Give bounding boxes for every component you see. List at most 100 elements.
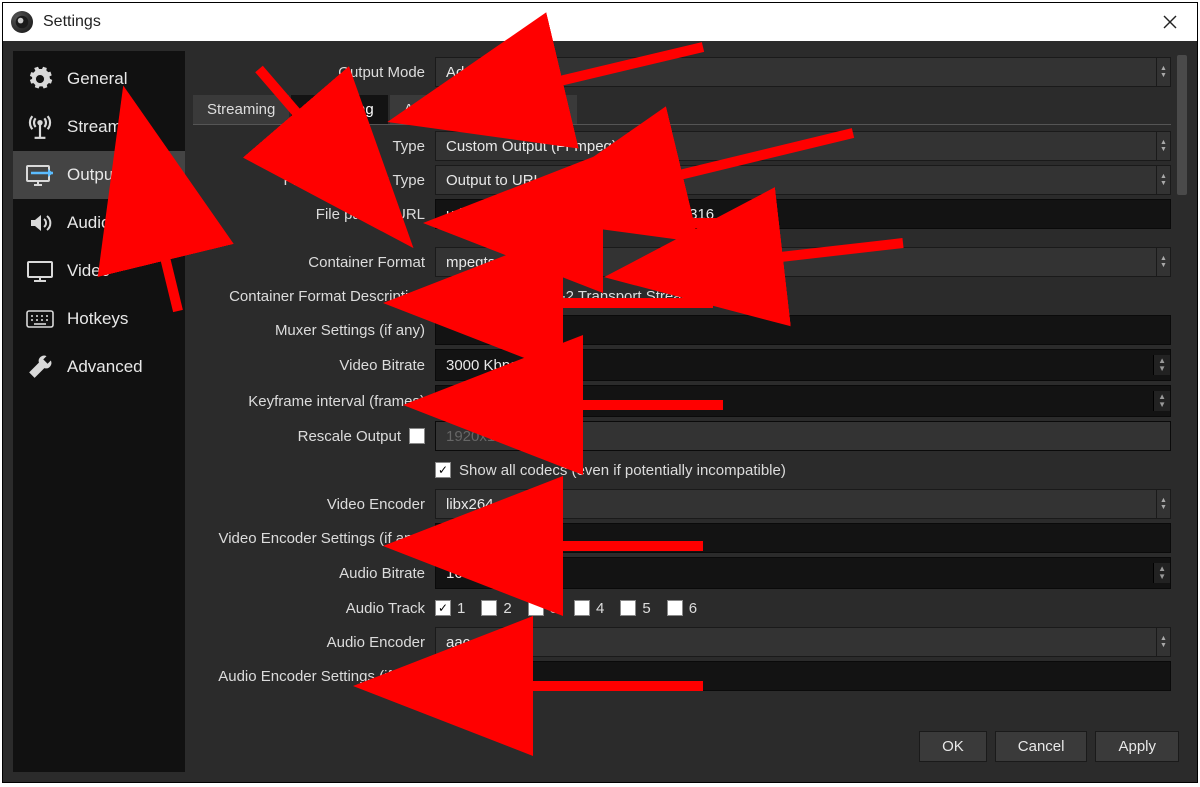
- ffmpeg-type-select[interactable]: Output to URL ▲▼: [435, 165, 1171, 195]
- sidebar-item-hotkeys[interactable]: Hotkeys: [13, 295, 185, 343]
- gear-icon: [25, 67, 55, 91]
- audio-bitrate-input[interactable]: 160 Kbps ▲▼: [435, 557, 1171, 589]
- settings-sidebar: General Stream Output Audio Video Hotkey…: [13, 51, 185, 772]
- chevron-updown-icon: ▲▼: [1156, 490, 1170, 518]
- path-label: File path or URL: [193, 206, 435, 223]
- audio-track-5-label: 5: [642, 600, 650, 617]
- video-enc-settings-label: Video Encoder Settings (if any): [193, 530, 435, 547]
- tab-replay-buffer[interactable]: Replay Buffer: [458, 95, 577, 124]
- output-mode-select[interactable]: Advanced ▲▼: [435, 57, 1171, 87]
- sidebar-item-label: Hotkeys: [67, 309, 128, 329]
- audio-track-4-label: 4: [596, 600, 604, 617]
- video-bitrate-input[interactable]: 3000 Kbps ▲▼: [435, 349, 1171, 381]
- video-bitrate-label: Video Bitrate: [193, 357, 435, 374]
- window-title: Settings: [43, 13, 1151, 31]
- antenna-icon: [25, 115, 55, 139]
- audio-track-3-label: 3: [550, 600, 558, 617]
- output-tabs: Streaming Recording Audio Replay Buffer: [193, 95, 1171, 125]
- audio-track-6-checkbox[interactable]: [667, 600, 683, 616]
- container-desc-value: MPEG-TS (MPEG-2 Transport Stream): [435, 288, 699, 305]
- sidebar-item-output[interactable]: Output: [13, 151, 185, 199]
- rescale-checkbox[interactable]: [409, 428, 425, 444]
- container-select[interactable]: mpegts ▲▼: [435, 247, 1171, 277]
- chevron-updown-icon: ▲▼: [1156, 628, 1170, 656]
- content-area: Output Mode Advanced ▲▼ Streaming Record…: [193, 51, 1187, 772]
- video-encoder-select[interactable]: libx264 ▲▼: [435, 489, 1171, 519]
- keyframe-label: Keyframe interval (frames): [193, 393, 435, 410]
- audio-track-2-label: 2: [503, 600, 511, 617]
- apply-button[interactable]: Apply: [1095, 731, 1179, 762]
- chevron-updown-icon: ▲▼: [1156, 248, 1170, 276]
- audio-bitrate-value: 160 Kbps: [446, 565, 1153, 582]
- ffmpeg-type-label: FFmpeg Output Type: [193, 172, 435, 189]
- scrollbar-thumb[interactable]: [1177, 55, 1187, 195]
- monitor-arrow-icon: [25, 163, 55, 187]
- type-select[interactable]: Custom Output (FFmpeg) ▲▼: [435, 131, 1171, 161]
- speaker-icon: [25, 211, 55, 235]
- monitor-icon: [25, 259, 55, 283]
- sidebar-item-label: Stream: [67, 117, 122, 137]
- audio-track-3-checkbox[interactable]: [528, 600, 544, 616]
- settings-window: Settings General Stream Output Audio: [2, 2, 1198, 783]
- sidebar-item-general[interactable]: General: [13, 55, 185, 103]
- audio-track-5-checkbox[interactable]: [620, 600, 636, 616]
- tab-streaming[interactable]: Streaming: [193, 95, 289, 124]
- spinner-arrows-icon: ▲▼: [1153, 563, 1170, 583]
- type-value: Custom Output (FFmpeg): [446, 138, 1156, 155]
- keyboard-icon: [25, 307, 55, 331]
- audio-enc-settings-input[interactable]: [435, 661, 1171, 691]
- close-button[interactable]: [1151, 3, 1189, 41]
- sidebar-item-label: Advanced: [67, 357, 143, 377]
- dialog-buttons: OK Cancel Apply: [193, 720, 1187, 772]
- ok-button[interactable]: OK: [919, 731, 987, 762]
- video-encoder-value: libx264: [446, 496, 1156, 513]
- sidebar-item-stream[interactable]: Stream: [13, 103, 185, 151]
- show-all-codecs-checkbox[interactable]: ✓: [435, 462, 451, 478]
- audio-track-1-checkbox[interactable]: ✓: [435, 600, 451, 616]
- keyframe-input[interactable]: 250 ▲▼: [435, 385, 1171, 417]
- sidebar-item-label: Video: [67, 261, 110, 281]
- chevron-updown-icon: ▲▼: [1156, 58, 1170, 86]
- type-label: Type: [193, 138, 435, 155]
- rescale-label: Rescale Output: [298, 428, 401, 445]
- tab-audio[interactable]: Audio: [390, 95, 456, 124]
- container-label: Container Format: [193, 254, 435, 271]
- audio-track-group: ✓ 1 2 3 4 5 6: [435, 600, 1171, 617]
- cancel-button[interactable]: Cancel: [995, 731, 1088, 762]
- sidebar-item-label: General: [67, 69, 127, 89]
- audio-track-2-checkbox[interactable]: [481, 600, 497, 616]
- audio-track-1-label: 1: [457, 600, 465, 617]
- sidebar-item-advanced[interactable]: Advanced: [13, 343, 185, 391]
- audio-encoder-select[interactable]: aac ▲▼: [435, 627, 1171, 657]
- container-desc-label: Container Format Description: [193, 288, 435, 305]
- sidebar-item-label: Audio: [67, 213, 110, 233]
- window-body: General Stream Output Audio Video Hotkey…: [3, 41, 1197, 782]
- audio-encoder-label: Audio Encoder: [193, 634, 435, 651]
- sidebar-item-label: Output: [67, 165, 118, 185]
- path-input[interactable]: [435, 199, 1171, 229]
- output-mode-label: Output Mode: [193, 64, 435, 81]
- video-bitrate-value: 3000 Kbps: [446, 357, 1153, 374]
- keyframe-value: 250: [446, 393, 1153, 410]
- muxer-label: Muxer Settings (if any): [193, 322, 435, 339]
- output-mode-value: Advanced: [446, 64, 1156, 81]
- spinner-arrows-icon: ▲▼: [1153, 355, 1170, 375]
- tab-recording[interactable]: Recording: [291, 95, 387, 124]
- sidebar-item-audio[interactable]: Audio: [13, 199, 185, 247]
- audio-track-4-checkbox[interactable]: [574, 600, 590, 616]
- sidebar-item-video[interactable]: Video: [13, 247, 185, 295]
- spinner-arrows-icon: ▲▼: [1153, 391, 1170, 411]
- audio-encoder-value: aac: [446, 634, 1156, 651]
- content-scrollbar[interactable]: [1177, 51, 1187, 720]
- audio-track-6-label: 6: [689, 600, 697, 617]
- audio-enc-settings-label: Audio Encoder Settings (if any): [193, 668, 435, 685]
- chevron-updown-icon: ▲▼: [1156, 132, 1170, 160]
- show-all-codecs-label: Show all codecs (even if potentially inc…: [459, 462, 786, 479]
- app-logo-icon: [11, 11, 33, 33]
- muxer-input[interactable]: [435, 315, 1171, 345]
- rescale-input: [435, 421, 1171, 451]
- tools-icon: [25, 355, 55, 379]
- container-value: mpegts: [446, 254, 1156, 271]
- video-enc-settings-input[interactable]: [435, 523, 1171, 553]
- chevron-updown-icon: ▲▼: [1156, 166, 1170, 194]
